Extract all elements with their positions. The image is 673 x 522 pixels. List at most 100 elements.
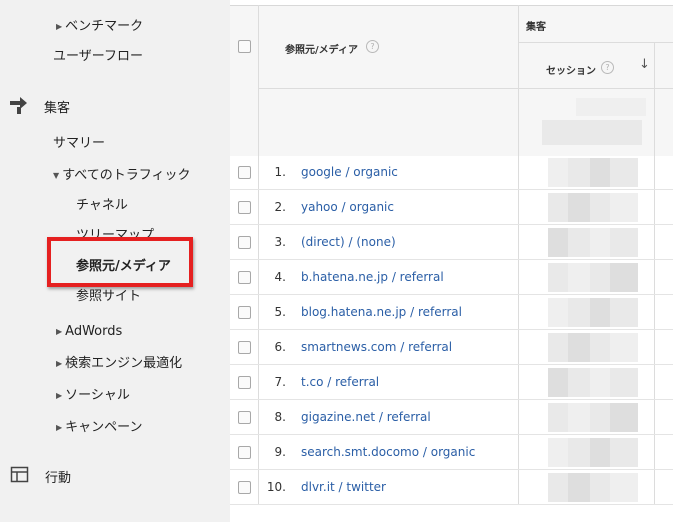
help-icon[interactable]: ? <box>366 40 379 53</box>
blurred-value <box>610 473 638 502</box>
sidebar-section-behavior[interactable]: 行動 <box>10 466 72 486</box>
blurred-value <box>590 263 610 292</box>
blurred-value <box>568 298 590 327</box>
row-number: 9. <box>274 445 286 459</box>
blurred-value <box>568 158 590 187</box>
chevron-down-icon: ▼ <box>53 171 60 180</box>
blurred-value <box>610 333 638 362</box>
blurred-value <box>610 158 638 187</box>
source-medium-link[interactable]: dlvr.it / twitter <box>301 480 386 494</box>
table-row: 7. t.co / referral <box>230 365 673 400</box>
blurred-value <box>548 158 568 187</box>
source-medium-link[interactable]: t.co / referral <box>301 375 379 389</box>
row-checkbox[interactable] <box>238 481 251 494</box>
sidebar-item-adwords[interactable]: ▶ AdWords <box>56 320 122 339</box>
sidebar-item-summary[interactable]: サマリー <box>53 132 105 151</box>
sidebar-item-label: チャネル <box>76 198 128 213</box>
table-row: 2. yahoo / organic <box>230 190 673 225</box>
source-medium-link[interactable]: gigazine.net / referral <box>301 410 431 424</box>
sidebar-item-label: サマリー <box>53 136 106 151</box>
sidebar-section-label: 行動 <box>45 471 72 486</box>
row-checkbox[interactable] <box>238 341 251 354</box>
table-row: 4. b.hatena.ne.jp / referral <box>230 260 673 295</box>
row-number: 1. <box>274 165 286 179</box>
behavior-layout-icon <box>10 466 29 483</box>
table-row: 8. gigazine.net / referral <box>230 400 673 435</box>
blurred-value <box>590 193 610 222</box>
row-checkbox[interactable] <box>238 376 251 389</box>
report-table: 参照元/メディア ? 集客 セッション ? ↓ 1. google / organ… <box>230 0 673 522</box>
header-divider <box>518 42 673 43</box>
row-number: 3. <box>274 235 286 249</box>
blurred-value <box>568 473 590 502</box>
sidebar-section-acquisition[interactable]: 集客 <box>8 94 70 116</box>
row-checkbox[interactable] <box>238 166 251 179</box>
blurred-value <box>590 228 610 257</box>
table-row: 10. dlvr.it / twitter <box>230 470 673 505</box>
blurred-value <box>610 263 638 292</box>
sidebar-item-referrals[interactable]: 参照サイト <box>76 285 141 304</box>
sidebar-item-social[interactable]: ▶ ソーシャル <box>56 384 130 403</box>
blurred-value <box>568 333 590 362</box>
table-row: 3. (direct) / (none) <box>230 225 673 260</box>
source-medium-link[interactable]: yahoo / organic <box>301 200 394 214</box>
sidebar-item-seo[interactable]: ▶ 検索エンジン最適化 <box>56 352 182 371</box>
chevron-right-icon: ▶ <box>56 391 63 400</box>
blurred-value <box>548 473 568 502</box>
chevron-right-icon: ▶ <box>56 327 63 336</box>
row-checkbox[interactable] <box>238 236 251 249</box>
source-medium-link[interactable]: b.hatena.ne.jp / referral <box>301 270 444 284</box>
row-checkbox[interactable] <box>238 306 251 319</box>
row-divider <box>230 504 673 505</box>
row-number: 5. <box>274 305 286 319</box>
row-checkbox[interactable] <box>238 446 251 459</box>
sidebar: ▶ ベンチマーク ユーザーフロー 集客 サマリー ▼ すべてのトラフィック チャネル… <box>0 0 230 522</box>
sidebar-item-label: ユーザーフロー <box>53 49 143 64</box>
sessions-header[interactable]: セッション <box>546 62 596 77</box>
header-divider <box>258 88 673 89</box>
row-number: 10. <box>266 480 286 494</box>
source-medium-link[interactable]: (direct) / (none) <box>301 235 396 249</box>
sidebar-item-benchmark[interactable]: ▶ ベンチマーク <box>56 15 143 34</box>
sidebar-item-source-medium[interactable]: 参照元/メディア <box>76 255 171 274</box>
row-number: 2. <box>274 200 286 214</box>
sidebar-item-channels[interactable]: チャネル <box>76 194 128 213</box>
dimension-header[interactable]: 参照元/メディア <box>285 41 358 56</box>
select-all-checkbox[interactable] <box>238 40 251 53</box>
blurred-value <box>548 438 568 467</box>
blurred-value <box>610 403 638 432</box>
sidebar-item-label: ソーシャル <box>65 388 130 403</box>
source-medium-link[interactable]: smartnews.com / referral <box>301 340 452 354</box>
blurred-value <box>548 263 568 292</box>
sort-desc-icon[interactable]: ↓ <box>639 57 650 72</box>
source-medium-link[interactable]: google / organic <box>301 165 398 179</box>
sidebar-item-campaigns[interactable]: ▶ キャンペーン <box>56 416 143 435</box>
blurred-value <box>548 193 568 222</box>
row-checkbox[interactable] <box>238 271 251 284</box>
acquisition-arrows-icon <box>10 97 27 114</box>
source-medium-link[interactable]: search.smt.docomo / organic <box>301 445 475 459</box>
acquisition-group-header: 集客 <box>526 22 546 33</box>
row-checkbox[interactable] <box>238 201 251 214</box>
blurred-value <box>590 333 610 362</box>
sidebar-item-label: キャンペーン <box>65 420 143 435</box>
row-number: 6. <box>274 340 286 354</box>
sidebar-item-label: AdWords <box>65 324 123 339</box>
table-row: 9. search.smt.docomo / organic <box>230 435 673 470</box>
blurred-value <box>610 193 638 222</box>
row-number: 4. <box>274 270 286 284</box>
table-row: 6. smartnews.com / referral <box>230 330 673 365</box>
source-medium-link[interactable]: blog.hatena.ne.jp / referral <box>301 305 462 319</box>
sidebar-item-user-flow[interactable]: ユーザーフロー <box>53 45 143 64</box>
row-number: 7. <box>274 375 286 389</box>
blurred-value <box>548 298 568 327</box>
blurred-value <box>568 368 590 397</box>
blurred-value <box>610 228 638 257</box>
blurred-value <box>548 333 568 362</box>
sidebar-item-all-traffic[interactable]: ▼ すべてのトラフィック <box>53 164 190 183</box>
blurred-value <box>590 298 610 327</box>
help-icon[interactable]: ? <box>601 61 614 74</box>
sidebar-item-label: 参照サイト <box>76 289 142 304</box>
sidebar-item-label: 参照元/メディア <box>76 259 171 274</box>
row-checkbox[interactable] <box>238 411 251 424</box>
